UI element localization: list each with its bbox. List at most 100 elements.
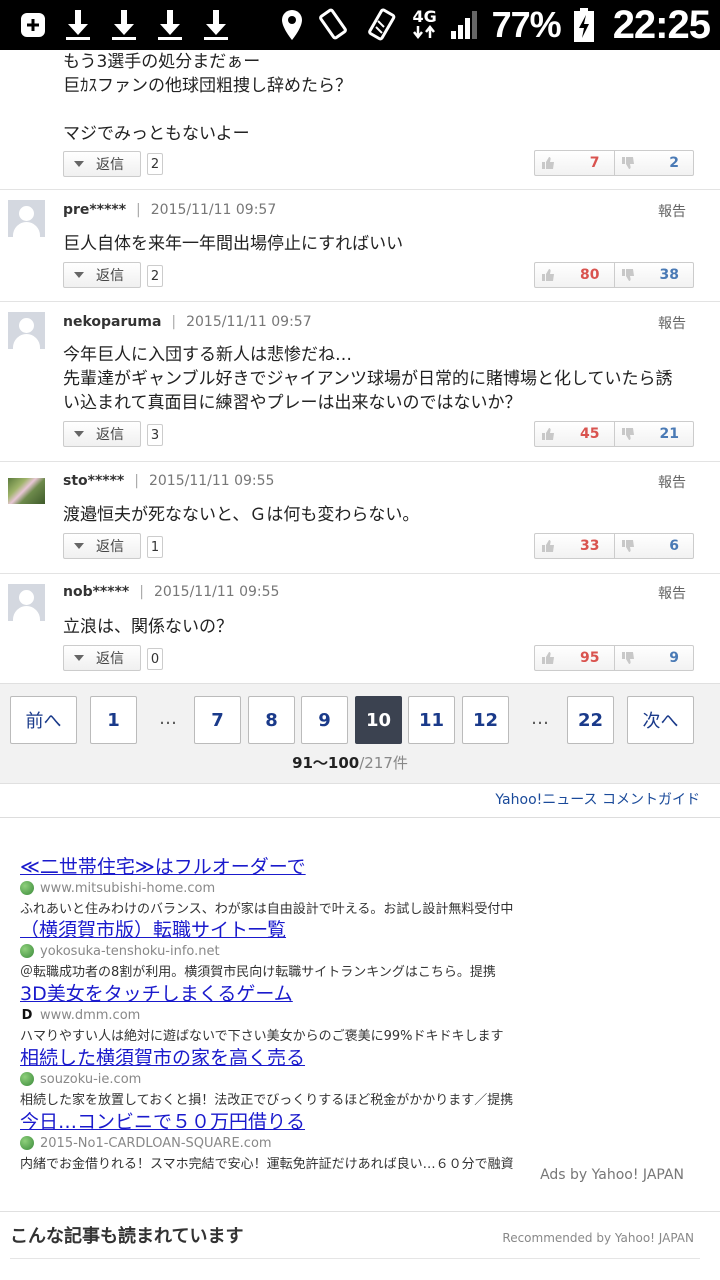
chevron-down-icon <box>74 431 84 437</box>
download-icon <box>154 5 186 45</box>
reply-button[interactable]: 返信 <box>63 421 141 447</box>
ad-title-link[interactable]: 今日…コンビニで５０万円借りる <box>20 1110 700 1134</box>
page-button[interactable]: 12 <box>462 696 509 744</box>
divider <box>0 817 720 818</box>
page-ellipsis: … <box>159 708 177 729</box>
reply-count: 3 <box>147 424 163 446</box>
ad-item: 3D美女をタッチしまくるゲーム Dwww.dmm.com ハマりやすい人は絶対に… <box>20 982 700 1044</box>
recommended-by: Recommended by Yahoo! JAPAN <box>502 1231 694 1245</box>
clock: 22:25 <box>612 2 711 47</box>
location-icon <box>280 5 304 45</box>
reply-button[interactable]: 返信 <box>63 151 141 177</box>
report-link[interactable]: 報告 <box>658 201 686 221</box>
page-button[interactable]: 22 <box>567 696 614 744</box>
comment-meta: nob***** | 2015/11/11 09:55 <box>63 584 280 600</box>
reply-button[interactable]: 返信 <box>63 645 141 671</box>
avatar[interactable] <box>8 584 45 621</box>
chevron-down-icon <box>74 161 84 167</box>
thumbs-down-icon <box>621 652 634 664</box>
ad-title-link[interactable]: 相続した横須賀市の家を高く売る <box>20 1046 700 1070</box>
rotate-icon <box>316 5 352 45</box>
comment-body: 立浪は、関係ないの？ <box>63 617 233 637</box>
like-button[interactable]: 7 <box>535 151 615 175</box>
comment-user[interactable]: nekoparuma <box>63 314 161 330</box>
vote-box: 33 6 <box>534 533 694 559</box>
ad-url: 2015-No1-CARDLOAN-SQUARE.com <box>40 1135 272 1151</box>
comment-user[interactable]: sto***** <box>63 473 124 489</box>
avatar[interactable] <box>8 312 45 349</box>
dislike-button[interactable]: 6 <box>615 534 694 558</box>
page-button[interactable]: 11 <box>408 696 455 744</box>
next-page-button[interactable]: 次へ <box>627 696 694 744</box>
comment-body: 渡邉恒夫が死なないと、Ｇは何も変わらない。 <box>63 505 420 525</box>
comment-body: 巨人自体を来年一年間出場停止にすればいい <box>63 234 404 254</box>
add-box-icon <box>18 5 48 45</box>
comment-date: 2015/11/11 09:57 <box>150 202 277 218</box>
dislike-button[interactable]: 9 <box>615 646 694 670</box>
reply-count: 2 <box>147 265 163 287</box>
reply-count: 1 <box>147 536 163 558</box>
comment-guide-link[interactable]: Yahoo!ニュース コメントガイド <box>495 789 700 809</box>
page-button[interactable]: 9 <box>301 696 348 744</box>
comment-item: nekoparuma | 2015/11/11 09:57 報告 今年巨人に入団… <box>0 302 720 462</box>
comment-user[interactable]: pre***** <box>63 202 126 218</box>
report-link[interactable]: 報告 <box>658 583 686 603</box>
thumbs-up-icon <box>542 652 554 664</box>
dislike-button[interactable]: 21 <box>615 422 694 446</box>
vote-box: 45 21 <box>534 421 694 447</box>
chevron-down-icon <box>74 655 84 661</box>
dislike-button[interactable]: 38 <box>615 263 694 287</box>
ads-by-link[interactable]: Ads by Yahoo! JAPAN <box>540 1167 684 1183</box>
thumbs-down-icon <box>621 157 634 169</box>
globe-icon <box>20 1072 34 1086</box>
ad-title-link[interactable]: ≪二世帯住宅≫はフルオーダーで <box>20 855 700 879</box>
comment-meta: sto***** | 2015/11/11 09:55 <box>63 473 275 489</box>
reply-button[interactable]: 返信 <box>63 533 141 559</box>
comment-meta: pre***** | 2015/11/11 09:57 <box>63 202 277 218</box>
ad-title-link[interactable]: （横須賀市版）転職サイト一覧 <box>20 918 700 942</box>
signal-icon <box>450 5 480 45</box>
comment-meta: nekoparuma | 2015/11/11 09:57 <box>63 314 312 330</box>
page-button-current[interactable]: 10 <box>355 696 402 744</box>
page-button[interactable]: 1 <box>90 696 137 744</box>
page-range: 91〜100/217件 <box>292 754 408 772</box>
reply-count: 2 <box>147 153 163 175</box>
report-link[interactable]: 報告 <box>658 472 686 492</box>
page-button[interactable]: 8 <box>248 696 295 744</box>
ad-item: （横須賀市版）転職サイト一覧 yokosuka-tenshoku-info.ne… <box>20 918 700 980</box>
like-button[interactable]: 95 <box>535 646 615 670</box>
ad-description: ハマりやすい人は絶対に遊ばないで下さい美女からのご褒美に99%ドキドキします <box>20 1029 504 1044</box>
thumbs-up-icon <box>542 540 554 552</box>
like-button[interactable]: 33 <box>535 534 615 558</box>
page-button[interactable]: 7 <box>194 696 241 744</box>
section-title: こんな記事も読まれています <box>10 1226 244 1247</box>
vote-box: 80 38 <box>534 262 694 288</box>
dislike-button[interactable]: 2 <box>615 151 694 175</box>
download-icon <box>62 5 94 45</box>
reply-button[interactable]: 返信 <box>63 262 141 288</box>
like-button[interactable]: 80 <box>535 263 615 287</box>
comment-item: sto***** | 2015/11/11 09:55 報告 渡邉恒夫が死なない… <box>0 462 720 574</box>
rotate-icon <box>364 5 400 45</box>
ad-description: ふれあいと住みわけのバランス、わが家は自由設計で叶える。お試し設計無料受付中 <box>20 902 514 917</box>
ad-url: souzoku-ie.com <box>40 1071 142 1087</box>
comment-body: もう3選手の処分まだぁー 巨ｶｽファンの他球団粗捜し辞めたら？ マジでみっともな… <box>63 52 352 144</box>
comment-user[interactable]: nob***** <box>63 584 129 600</box>
download-icon <box>200 5 232 45</box>
comment-item: nob***** | 2015/11/11 09:55 報告 立浪は、関係ないの… <box>0 574 720 684</box>
thumbs-down-icon <box>621 540 634 552</box>
page-ellipsis: … <box>531 708 549 729</box>
prev-page-button[interactable]: 前へ <box>10 696 77 744</box>
divider <box>0 1211 720 1212</box>
ad-title-link[interactable]: 3D美女をタッチしまくるゲーム <box>20 982 700 1006</box>
chevron-down-icon <box>74 272 84 278</box>
battery-charging-icon <box>573 5 595 45</box>
avatar[interactable] <box>8 478 45 504</box>
avatar[interactable] <box>8 200 45 237</box>
chevron-down-icon <box>74 543 84 549</box>
report-link[interactable]: 報告 <box>658 313 686 333</box>
globe-icon <box>20 944 34 958</box>
like-button[interactable]: 45 <box>535 422 615 446</box>
thumbs-down-icon <box>621 428 634 440</box>
ad-url: yokosuka-tenshoku-info.net <box>40 943 220 959</box>
